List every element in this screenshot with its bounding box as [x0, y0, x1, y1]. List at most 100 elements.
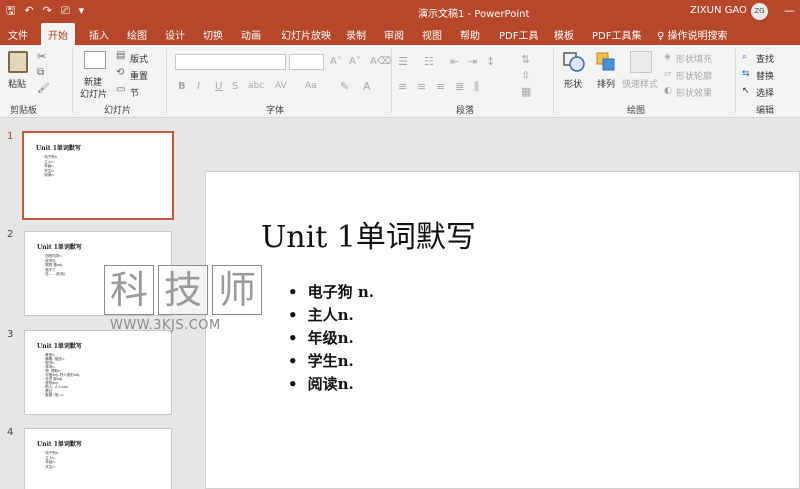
tab-home[interactable]: 开始	[41, 23, 75, 45]
shape-fill-button[interactable]: 形状填充	[676, 52, 712, 65]
tab-help[interactable]: 帮助	[460, 27, 480, 42]
font-group-label: 字体	[266, 106, 285, 116]
align-center-icon[interactable]: ≡	[417, 80, 426, 93]
bullets-icon[interactable]: ☰	[398, 55, 408, 68]
select-button[interactable]: 选择	[756, 86, 774, 99]
tab-file[interactable]: 文件	[8, 27, 28, 42]
bullet-item: 学生n.	[288, 350, 374, 373]
shape-outline-button[interactable]: 形状轮廓	[676, 69, 712, 82]
present-icon[interactable]: ⎚	[61, 4, 70, 18]
increase-indent-icon[interactable]: ⇥	[468, 55, 477, 68]
thumbnail-bullets: · 电子狗n. · 主人n. · 年级n. · 学生n. · 阅读n.	[42, 155, 59, 177]
slide-number: 2	[7, 229, 14, 240]
tab-draw[interactable]: 绘图	[127, 27, 147, 42]
tab-templates[interactable]: 模板	[554, 27, 574, 42]
avatar[interactable]: ZG	[751, 3, 768, 20]
font-size-box[interactable]	[289, 54, 324, 70]
ribbon-home: 粘贴 ✂ ⧉ 🖌 剪贴板 新建 幻灯片 ▤ 版式 ⟲ 重置 ▭ 节 幻灯片 A˄…	[0, 45, 800, 118]
tab-design[interactable]: 设计	[165, 27, 185, 42]
justify-icon[interactable]: ≣	[455, 80, 464, 93]
tell-me-search[interactable]: ♀ 操作说明搜索	[657, 27, 728, 42]
layout-button[interactable]: 版式	[130, 52, 148, 65]
align-text-icon[interactable]: ⇳	[521, 69, 530, 82]
decrease-font-icon[interactable]: A˅	[349, 56, 361, 67]
redo-icon[interactable]: ↷	[43, 4, 52, 18]
tab-view[interactable]: 视图	[422, 27, 442, 42]
shadow-button[interactable]: abc	[248, 81, 264, 91]
slide-title[interactable]: Unit 1单词默写	[261, 212, 476, 256]
shapes-icon[interactable]	[562, 51, 586, 73]
user-name[interactable]: ZIXUN GAO	[690, 5, 747, 16]
current-slide[interactable]: Unit 1单词默写 电子狗 n. 主人n. 年级n. 学生n. 阅读n.	[205, 171, 800, 489]
clear-format-icon[interactable]: A⌫	[370, 56, 391, 67]
find-icon: ⌕	[742, 52, 748, 62]
find-button[interactable]: 查找	[756, 52, 774, 65]
tab-pdf-tools[interactable]: PDF工具	[499, 27, 538, 42]
watermark-char: 技	[158, 265, 208, 315]
font-name-box[interactable]	[175, 54, 286, 70]
undo-icon[interactable]: ↶	[24, 4, 33, 18]
select-icon: ↖	[742, 86, 750, 96]
drawing-group-label: 绘图	[627, 106, 646, 116]
font-color-icon[interactable]: A	[363, 80, 371, 93]
tab-review[interactable]: 审阅	[384, 27, 404, 42]
customize-qat-icon[interactable]: ▾	[79, 4, 85, 18]
thumbnail-title: Unit 1单词默写	[36, 145, 81, 152]
strike-button[interactable]: S	[232, 81, 238, 92]
underline-button[interactable]: U	[215, 81, 222, 92]
paste-icon[interactable]	[8, 51, 28, 73]
increase-font-icon[interactable]: A˄	[330, 56, 342, 67]
columns-icon[interactable]: ⫼	[474, 80, 479, 94]
arrange-icon[interactable]	[595, 51, 617, 73]
smartart-icon[interactable]: ▦	[521, 85, 531, 98]
section-button[interactable]: 节	[130, 86, 139, 99]
reset-button[interactable]: 重置	[130, 69, 148, 82]
slide-bullet-list[interactable]: 电子狗 n. 主人n. 年级n. 学生n. 阅读n.	[288, 281, 374, 396]
align-right-icon[interactable]: ≡	[436, 80, 445, 93]
thumbnail-title: Unit 1单词默写	[37, 343, 82, 350]
decrease-indent-icon[interactable]: ⇤	[450, 55, 459, 68]
minimize-icon[interactable]: —	[784, 4, 795, 17]
tab-transitions[interactable]: 切换	[203, 27, 223, 42]
tab-animations[interactable]: 动画	[241, 27, 261, 42]
outline-icon: ▱	[664, 69, 671, 79]
thumbnail-bullets: · 电子狗n. · 主人n. · 年级n. · 学生n.	[43, 451, 60, 469]
arrange-button[interactable]: 排列	[597, 77, 615, 90]
align-left-icon[interactable]: ≡	[398, 80, 407, 93]
replace-button[interactable]: 替换	[756, 69, 774, 82]
text-direction-icon[interactable]: ⇅	[521, 53, 530, 66]
slide-thumbnail-4[interactable]: Unit 1单词默写 · 电子狗n. · 主人n. · 年级n. · 学生n.	[24, 428, 172, 489]
quick-styles-button[interactable]: 快速样式	[622, 77, 658, 90]
char-spacing-button[interactable]: AV	[275, 81, 287, 91]
copy-icon[interactable]: ⧉	[37, 67, 44, 78]
paste-button[interactable]: 粘贴	[8, 77, 26, 90]
quick-styles-icon[interactable]	[630, 51, 652, 73]
slide-number: 3	[7, 329, 14, 340]
bullet-item: 主人n.	[288, 304, 374, 327]
highlight-icon[interactable]: ✎	[340, 80, 349, 93]
document-title: 演示文稿1 - PowerPoint	[418, 9, 530, 20]
cut-icon[interactable]: ✂	[37, 50, 46, 63]
numbering-icon[interactable]: ☷	[424, 55, 434, 68]
format-painter-icon[interactable]: 🖌	[37, 83, 50, 94]
group-divider	[166, 49, 167, 113]
slide-thumbnail-3[interactable]: Unit 1单词默写 · 教室n. · 酶素, 描述n. · 图书n. · 体育n. ·…	[24, 330, 172, 415]
bold-button[interactable]: B	[178, 81, 186, 92]
watermark-char: 师	[212, 265, 262, 315]
tab-record[interactable]: 录制	[346, 27, 366, 42]
paragraph-group-label: 段落	[456, 106, 475, 116]
save-icon[interactable]: 🖫	[6, 4, 15, 18]
slide-thumbnail-1[interactable]: Unit 1单词默写 · 电子狗n. · 主人n. · 年级n. · 学生n. · 阅读…	[22, 131, 174, 220]
bullet-item: 电子狗 n.	[288, 281, 374, 304]
shape-effects-button[interactable]: 形状效果	[676, 86, 712, 99]
tab-slideshow[interactable]: 幻灯片放映	[281, 27, 331, 42]
change-case-button[interactable]: Aa	[305, 81, 317, 91]
italic-button[interactable]: I	[197, 81, 200, 92]
tab-pdf-toolset[interactable]: PDF工具集	[592, 27, 641, 42]
shapes-button[interactable]: 形状	[564, 77, 582, 90]
new-slide-button-label[interactable]: 幻灯片	[80, 87, 107, 100]
line-spacing-icon[interactable]: ↕	[486, 55, 495, 68]
tab-insert[interactable]: 插入	[89, 27, 109, 42]
new-slide-icon[interactable]	[84, 51, 106, 69]
thumbnail-bullets: · 教室n. · 酶素, 描述n. · 图书n. · 体育n. · 帮, 帮助n. · 可…	[43, 353, 81, 397]
